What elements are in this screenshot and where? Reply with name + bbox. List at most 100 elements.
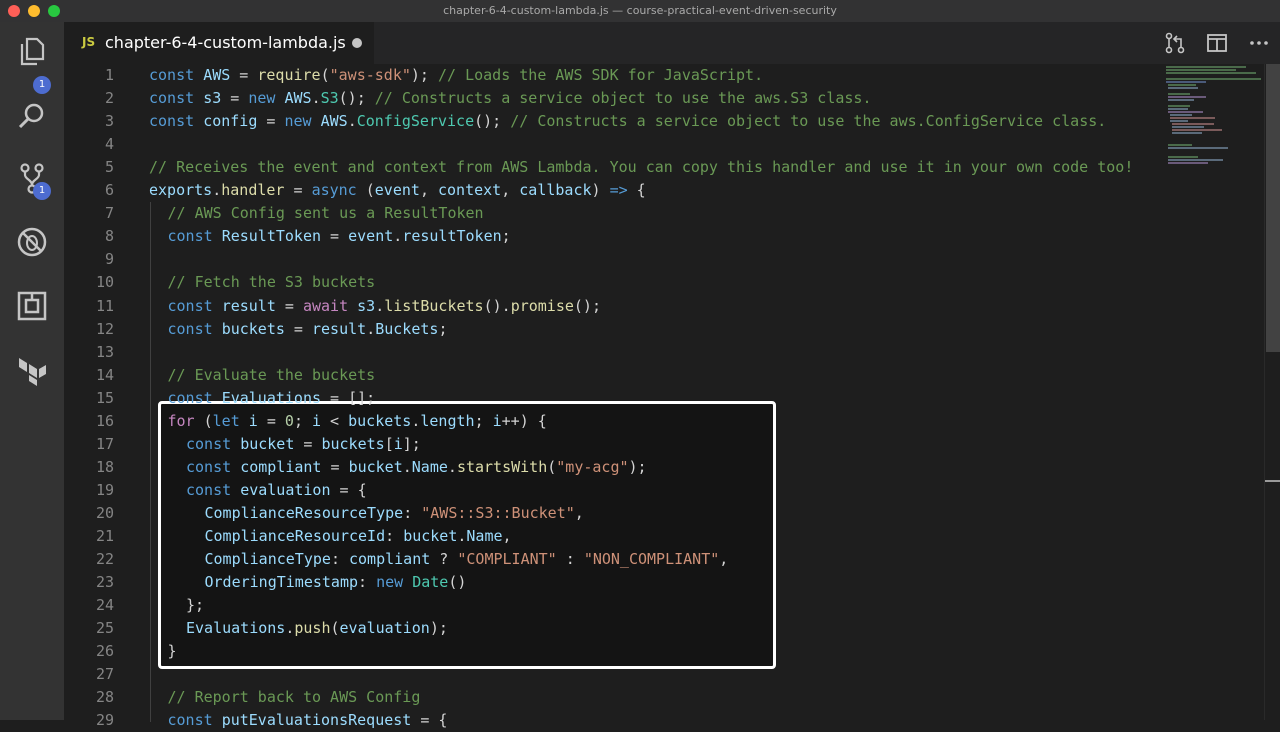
code-token: (); xyxy=(338,89,375,108)
code-text: // Fetch the S3 buckets xyxy=(168,271,376,294)
line-number: 8 xyxy=(104,227,114,246)
minimap-line xyxy=(1172,123,1214,125)
code-token: . xyxy=(447,457,457,476)
editor-tab-bar: JS chapter-6-4-custom-lambda.js xyxy=(64,22,1280,64)
code-token: ConfigService xyxy=(356,112,475,131)
code-line[interactable]: 10 // Fetch the S3 buckets xyxy=(64,271,1164,294)
code-text: Evaluations.push(evaluation); xyxy=(186,617,448,640)
code-token: "my-acg" xyxy=(556,457,629,476)
code-line[interactable]: 27 xyxy=(64,663,1164,686)
code-token: s3 xyxy=(357,296,376,315)
code-line[interactable]: 15 const Evaluations = []; xyxy=(64,387,1164,410)
minimap[interactable] xyxy=(1164,64,1264,720)
line-number: 22 xyxy=(95,550,114,569)
code-token: // Fetch the S3 buckets xyxy=(167,273,376,292)
split-editor-icon[interactable] xyxy=(1206,32,1228,54)
minimap-line xyxy=(1168,99,1194,101)
minimap-line xyxy=(1168,96,1206,98)
search-icon[interactable] xyxy=(16,100,48,132)
tab-chapter-6-4-custom-lambda[interactable]: JS chapter-6-4-custom-lambda.js xyxy=(64,22,374,64)
code-line[interactable]: 23 OrderingTimestamp: new Date() xyxy=(64,571,1164,594)
code-line[interactable]: 24}; xyxy=(64,594,1164,617)
minimap-line xyxy=(1172,132,1202,134)
line-number: 2 xyxy=(104,89,114,108)
code-token: (); xyxy=(573,296,601,315)
code-token: exports xyxy=(149,181,213,200)
code-token: = { xyxy=(411,711,448,730)
code-line[interactable]: 11 const result = await s3.listBuckets().… xyxy=(64,295,1164,318)
terraform-icon[interactable] xyxy=(16,354,48,386)
code-lines[interactable]: 1 const AWS = require("aws-sdk"); // Load… xyxy=(64,64,1164,729)
minimap-line xyxy=(1166,78,1261,80)
code-line[interactable]: 18 const compliant = bucket.Name.startsWi… xyxy=(64,456,1164,479)
code-token: . xyxy=(347,112,357,131)
code-line[interactable]: 14 // Evaluate the buckets xyxy=(64,364,1164,387)
code-token: const xyxy=(186,480,232,499)
line-number: 14 xyxy=(95,365,114,384)
code-token: => xyxy=(609,181,628,200)
code-line[interactable]: 8 const ResultToken = event.resultToken; xyxy=(64,225,1164,248)
extensions-icon[interactable] xyxy=(16,290,48,322)
code-token: const xyxy=(149,89,195,108)
code-token: ( xyxy=(547,457,557,476)
code-text: OrderingTimestamp: new Date() xyxy=(205,571,467,594)
code-line[interactable]: 29 const putEvaluationsRequest = { xyxy=(64,709,1164,732)
vertical-scrollbar[interactable] xyxy=(1264,64,1280,720)
code-text: const s3 = new AWS.S3(); // Constructs a… xyxy=(149,87,871,110)
code-token: ); xyxy=(429,619,448,638)
code-token: const xyxy=(167,388,213,407)
code-token: for xyxy=(167,411,195,430)
explorer-icon[interactable] xyxy=(16,36,48,68)
code-token: ; xyxy=(501,227,511,246)
code-token: i xyxy=(312,411,322,430)
more-actions-icon[interactable] xyxy=(1248,32,1270,54)
line-number: 21 xyxy=(95,527,114,545)
code-token: , xyxy=(419,181,438,200)
code-line[interactable]: 6 exports.handler = async (event, context… xyxy=(64,179,1164,202)
open-changes-icon[interactable] xyxy=(1164,32,1186,54)
code-line[interactable]: 19 const evaluation = { xyxy=(64,479,1164,502)
debug-icon[interactable] xyxy=(16,226,48,258)
code-line[interactable]: 26} xyxy=(64,640,1164,663)
code-line[interactable]: 17 const bucket = buckets[i]; xyxy=(64,433,1164,456)
minimap-line xyxy=(1168,162,1208,164)
code-token: = xyxy=(321,457,349,476)
code-line[interactable]: 7 // AWS Config sent us a ResultToken xyxy=(64,202,1164,225)
code-token: result xyxy=(221,296,276,315)
code-token: = xyxy=(284,181,312,200)
code-line[interactable]: 13 xyxy=(64,341,1164,364)
code-line[interactable]: 5 // Receives the event and context from … xyxy=(64,156,1164,179)
code-line[interactable]: 3 const config = new AWS.ConfigService();… xyxy=(64,110,1164,133)
code-line[interactable]: 21 ComplianceResourceId: bucket.Name, xyxy=(64,525,1164,548)
code-token: , xyxy=(574,503,584,522)
line-number: 19 xyxy=(95,480,114,499)
code-token: . xyxy=(375,296,385,315)
code-line[interactable]: 22 ComplianceType: compliant ? "COMPLIANT… xyxy=(64,548,1164,571)
code-text: exports.handler = async (event, context,… xyxy=(149,179,646,202)
code-token: bucket xyxy=(403,527,458,545)
minimap-line xyxy=(1168,147,1228,149)
scrollbar-thumb[interactable] xyxy=(1266,64,1280,352)
code-line[interactable]: 2 const s3 = new AWS.S3(); // Constructs … xyxy=(64,87,1164,110)
code-token: await xyxy=(302,296,349,315)
code-line[interactable]: 25 Evaluations.push(evaluation); xyxy=(64,617,1164,640)
code-token: ( xyxy=(330,619,340,638)
code-token: : xyxy=(385,527,404,545)
code-line[interactable]: 1 const AWS = require("aws-sdk"); // Load… xyxy=(64,64,1164,87)
line-number: 17 xyxy=(95,434,114,453)
code-line[interactable]: 12 const buckets = result.Buckets; xyxy=(64,318,1164,341)
code-token: OrderingTimestamp xyxy=(204,573,359,592)
unsaved-dot-icon[interactable] xyxy=(352,38,362,48)
code-line[interactable]: 28 // Report back to AWS Config xyxy=(64,686,1164,709)
code-text: const compliant = bucket.Name.startsWith… xyxy=(186,456,647,479)
code-line[interactable]: 4 xyxy=(64,133,1164,156)
minimap-line xyxy=(1168,84,1196,86)
code-token: buckets xyxy=(321,434,385,453)
code-line[interactable]: 20 ComplianceResourceType: "AWS::S3::Buck… xyxy=(64,502,1164,525)
code-line[interactable]: 9 xyxy=(64,248,1164,271)
code-token: "NON_COMPLIANT" xyxy=(583,550,720,569)
code-line[interactable]: 16 for (let i = 0; i < buckets.length; i+… xyxy=(64,410,1164,433)
minimap-line xyxy=(1168,105,1190,107)
